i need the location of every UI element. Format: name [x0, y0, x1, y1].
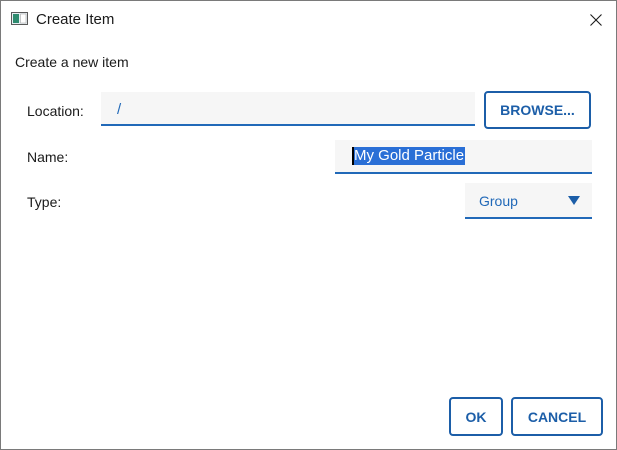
- type-selected-value: Group: [479, 193, 518, 209]
- title-bar[interactable]: Create Item: [1, 1, 616, 38]
- location-input[interactable]: /: [101, 92, 475, 126]
- browse-button[interactable]: BROWSE...: [484, 91, 591, 129]
- cancel-button[interactable]: CANCEL: [511, 397, 603, 436]
- window-app-icon: [11, 12, 28, 25]
- location-value: /: [117, 101, 122, 118]
- ok-button[interactable]: OK: [449, 397, 503, 436]
- type-dropdown[interactable]: Group: [465, 183, 592, 219]
- location-label: Location:: [27, 103, 84, 119]
- type-label: Type:: [27, 194, 62, 210]
- dialog-heading: Create a new item: [15, 54, 129, 70]
- name-input[interactable]: My Gold Particle: [335, 140, 592, 174]
- name-label: Name:: [27, 149, 69, 165]
- window-title: Create Item: [36, 11, 115, 28]
- close-button[interactable]: [575, 1, 616, 38]
- close-icon: [589, 13, 602, 26]
- dropdown-arrow-icon: [568, 196, 580, 205]
- name-value-selected: My Gold Particle: [353, 147, 466, 165]
- text-caret: [352, 147, 354, 165]
- create-item-dialog: Create Item Create a new item Location: …: [0, 0, 617, 450]
